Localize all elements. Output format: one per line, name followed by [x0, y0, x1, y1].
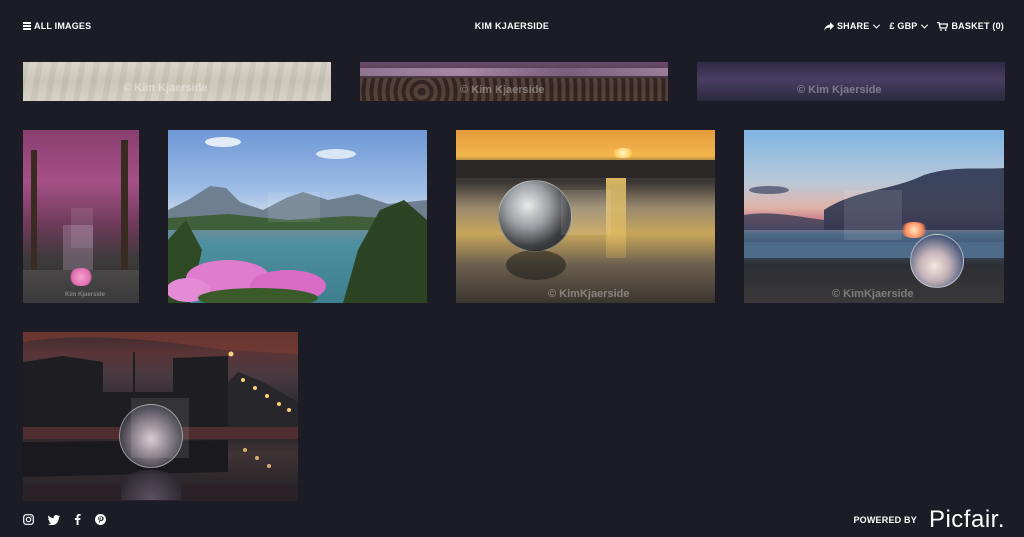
photo-sunset-glass-ball-beach[interactable]: © KimKjaerside	[744, 130, 1004, 303]
basket-button[interactable]: BASKET (0)	[937, 21, 1004, 31]
watermark: © Kim Kjaerside	[797, 84, 882, 96]
share-label: SHARE	[836, 21, 870, 31]
pinterest-link[interactable]	[95, 514, 106, 525]
twitter-icon	[48, 514, 60, 525]
watermark: Kim Kjaerside	[65, 292, 106, 298]
photo-rocky-shore[interactable]: © Kim Kjaerside	[360, 62, 668, 101]
watermark-box	[844, 190, 902, 240]
basket-label: BASKET (0)	[951, 21, 1004, 31]
watermark-box	[71, 208, 93, 248]
twitter-link[interactable]	[48, 514, 60, 525]
photo-night-street-glass-ball[interactable]	[23, 332, 298, 501]
photo-sand-beach[interactable]: © Kim Kjaerside	[23, 62, 331, 101]
watermark-box	[131, 398, 189, 458]
pinterest-icon	[95, 514, 106, 525]
photo-sunset-glass-ball-pier[interactable]: © KimKjaerside	[456, 130, 715, 303]
currency-label: £ GBP	[889, 21, 918, 31]
share-button[interactable]: SHARE	[823, 21, 881, 31]
picfair-logo[interactable]: Picfair.	[929, 506, 1005, 534]
watermark: © KimKjaerside	[832, 288, 914, 300]
watermark: © Kim Kjaerside	[123, 82, 208, 94]
chevron-down-icon	[921, 21, 929, 29]
watermark-box	[561, 190, 611, 235]
header-actions: SHARE £ GBP BASKET (0)	[823, 21, 1004, 31]
facebook-link[interactable]	[74, 514, 81, 525]
powered-by: POWERED BY Picfair.	[853, 506, 1005, 534]
social-links	[23, 514, 106, 525]
watermark: © Kim Kjaerside	[460, 84, 545, 96]
share-icon	[823, 21, 834, 31]
basket-icon	[937, 21, 949, 31]
facebook-icon	[74, 514, 81, 525]
currency-selector[interactable]: £ GBP	[889, 21, 929, 31]
chevron-down-icon	[873, 21, 881, 29]
instagram-link[interactable]	[23, 514, 34, 525]
watermark: © KimKjaerside	[548, 288, 630, 300]
glass-ball	[910, 234, 964, 288]
top-navigation: ALL IMAGES KIM KJAERSIDE SHARE £ GBP BAS…	[0, 0, 1024, 54]
photo-mountain-lake-flowers[interactable]	[168, 130, 427, 303]
photo-blossom-avenue[interactable]: Kim Kjaerside	[23, 130, 139, 303]
powered-by-label: POWERED BY	[853, 515, 917, 525]
watermark-box	[268, 192, 320, 222]
photo-purple-sea[interactable]: © Kim Kjaerside	[697, 62, 1005, 101]
instagram-icon	[23, 514, 34, 525]
